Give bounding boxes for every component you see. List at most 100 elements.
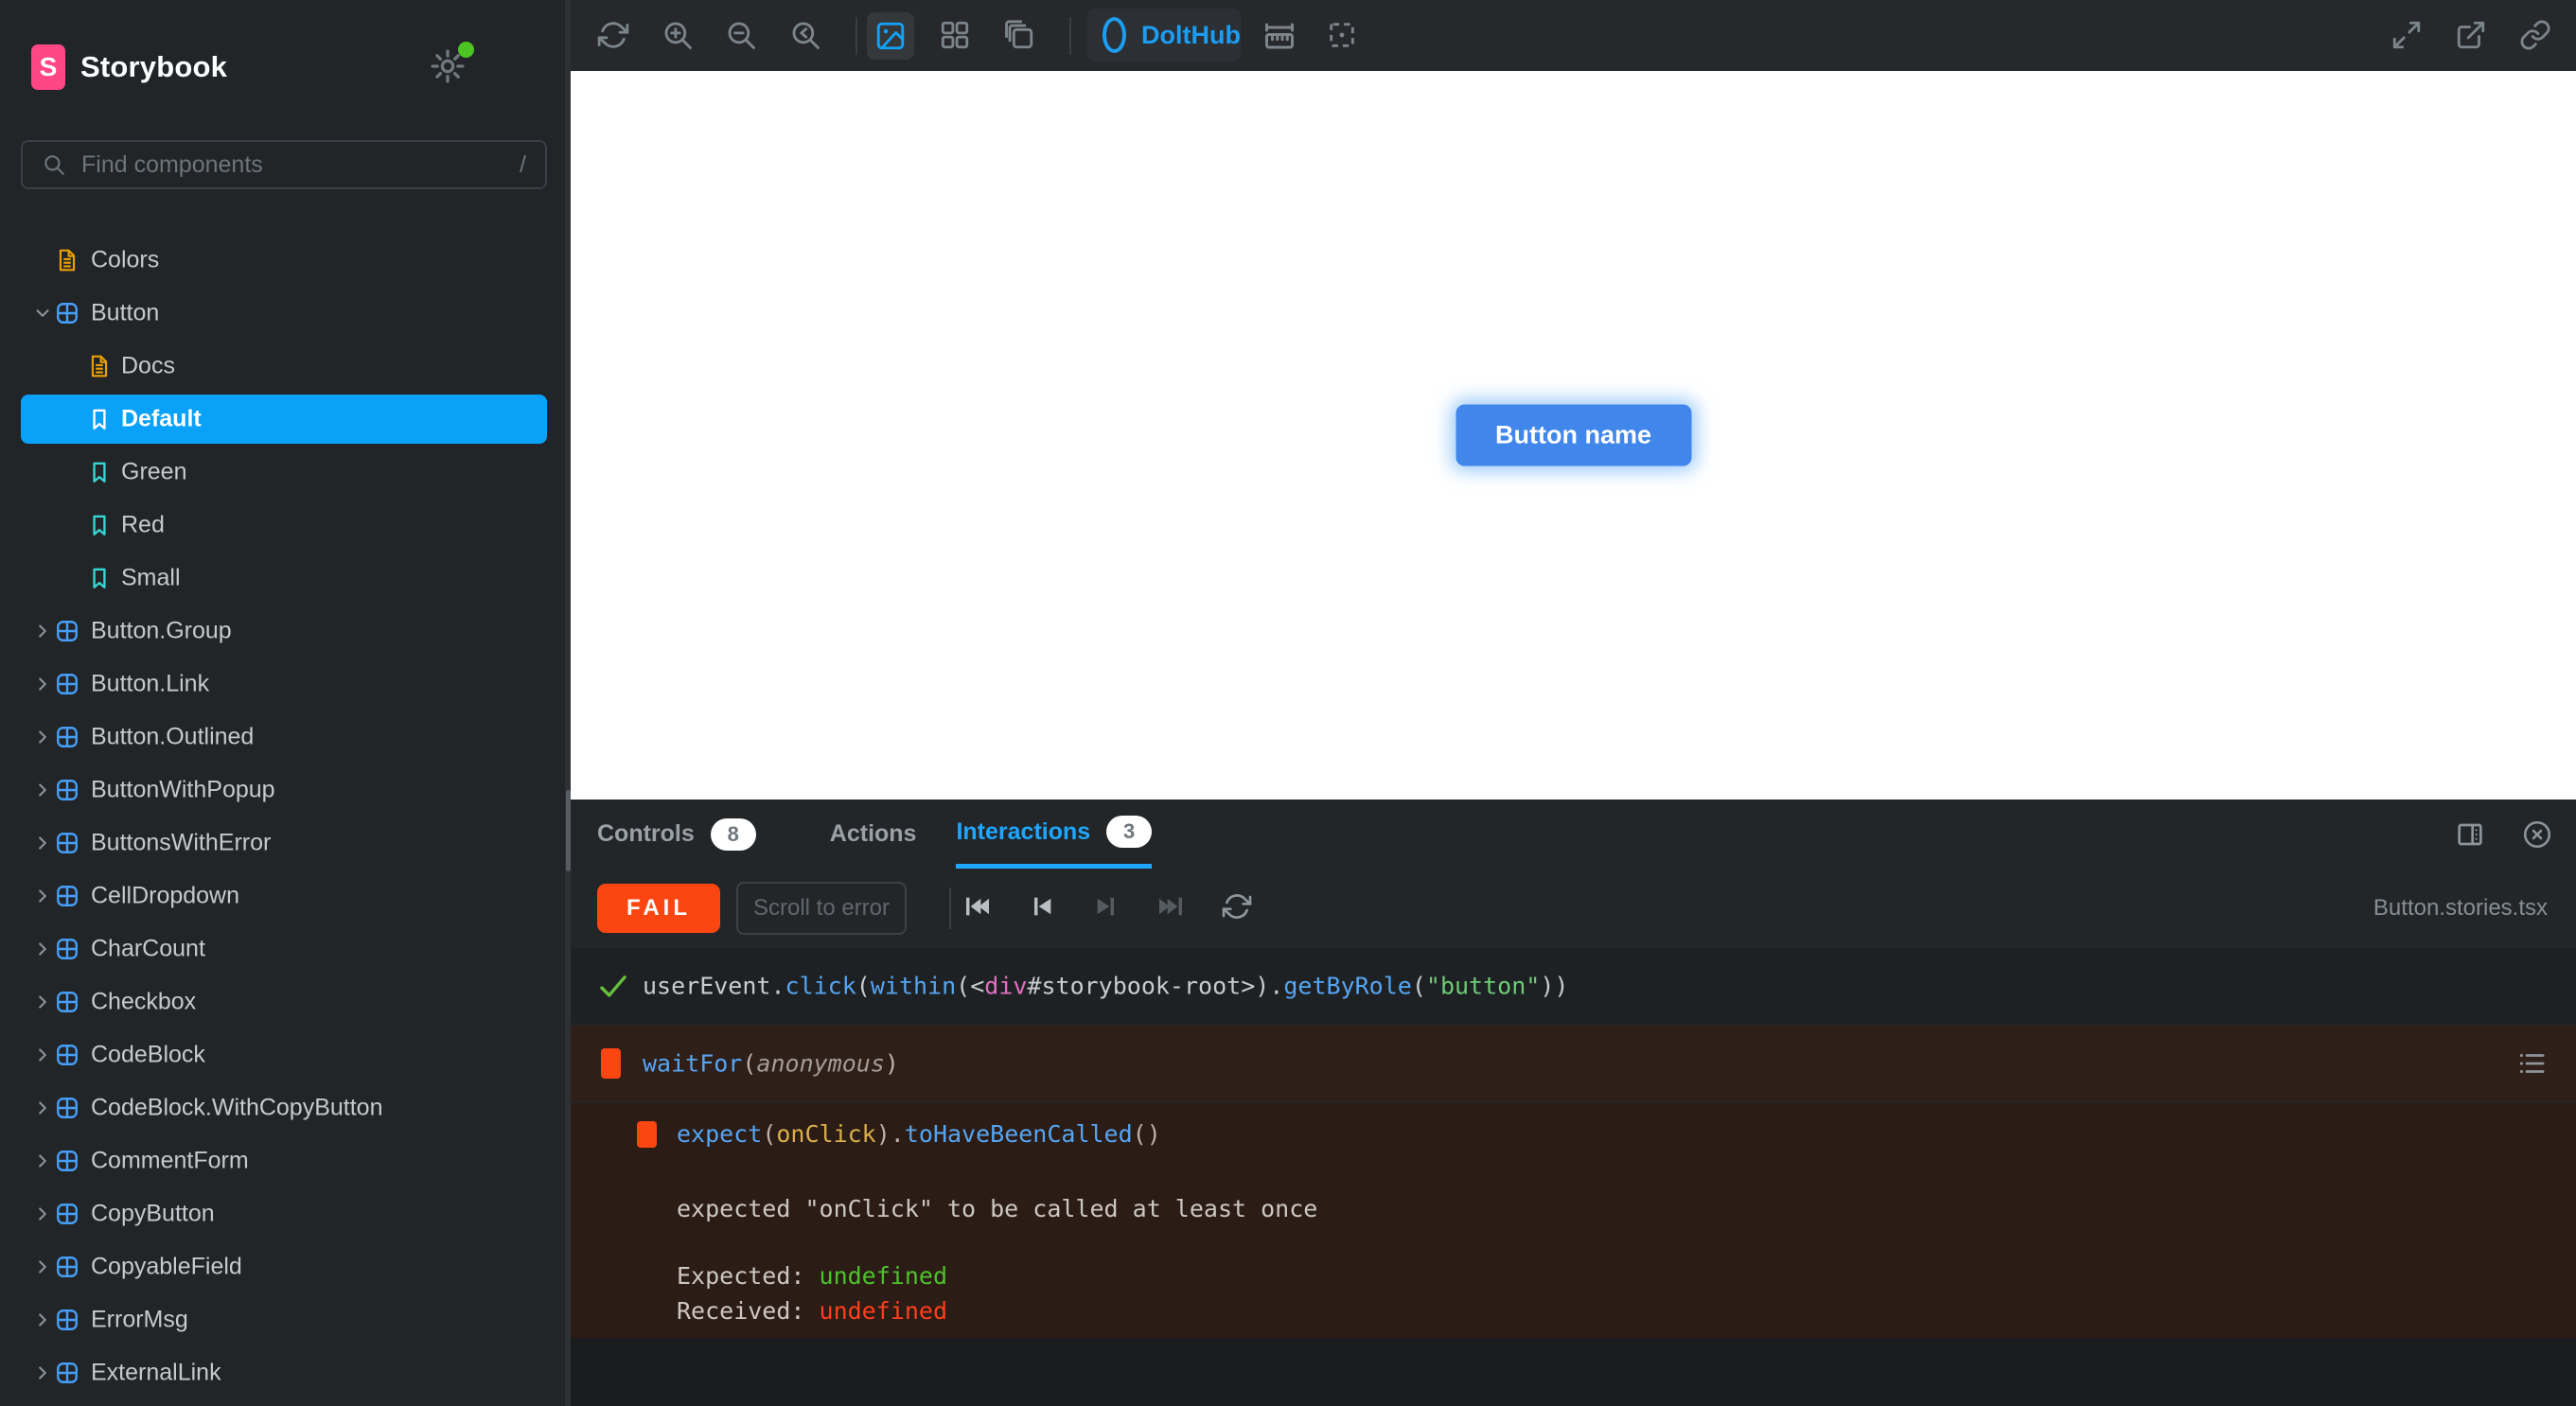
chevron-right-icon xyxy=(32,674,53,694)
sidebar-item-button-group[interactable]: Button.Group xyxy=(0,605,565,658)
chevron-down-icon xyxy=(32,303,53,324)
fail-marker-icon xyxy=(601,1048,621,1079)
component-icon xyxy=(55,990,79,1014)
interactions-count-badge: 3 xyxy=(1106,816,1153,848)
sidebar-item-buttonswitherror[interactable]: ButtonsWithError xyxy=(0,817,565,870)
sidebar-item-celldropdown[interactable]: CellDropdown xyxy=(0,870,565,923)
chevron-right-icon xyxy=(32,1257,53,1277)
search-shortcut: / xyxy=(520,150,526,178)
search-icon xyxy=(42,152,66,177)
brand[interactable]: S Storybook xyxy=(31,44,227,90)
component-icon xyxy=(55,672,79,696)
storybook-app: S Storybook / Colors Bu xyxy=(0,0,2576,1406)
chevron-right-icon xyxy=(32,1309,53,1330)
sidebar-item-codeblock[interactable]: CodeBlock xyxy=(0,1028,565,1081)
bookmark-icon xyxy=(87,566,112,590)
component-icon xyxy=(55,619,79,643)
measure-icon[interactable] xyxy=(1262,19,1297,53)
sidebar-item-checkbox[interactable]: Checkbox xyxy=(0,975,565,1028)
sidebar-item-button-link[interactable]: Button.Link xyxy=(0,658,565,711)
sidebar-item-docs[interactable]: Docs xyxy=(0,340,565,393)
sidebar-item-button-outlined[interactable]: Button.Outlined xyxy=(0,711,565,764)
sidebar-item-errormsg[interactable]: ErrorMsg xyxy=(0,1293,565,1346)
sidebar-item-red[interactable]: Red xyxy=(0,499,565,552)
component-icon xyxy=(55,937,79,961)
sidebar-item-charcount[interactable]: CharCount xyxy=(0,923,565,975)
sidebar-item-commentform[interactable]: CommentForm xyxy=(0,1134,565,1187)
chevron-right-icon xyxy=(32,886,53,906)
panel-tabbar: Controls 8 Actions Interactions 3 xyxy=(571,800,2576,869)
panel-position-icon[interactable] xyxy=(2455,819,2485,850)
step-code: expect(onClick).toHaveBeenCalled() xyxy=(677,1120,1161,1148)
close-panel-icon[interactable] xyxy=(2521,818,2553,851)
log-list-icon[interactable] xyxy=(2515,1047,2548,1080)
story-canvas: Button name xyxy=(571,71,2576,800)
sidebar-item-default-selected[interactable]: Default xyxy=(0,393,565,446)
bookmark-icon xyxy=(87,513,112,537)
panel-footer-space xyxy=(571,1338,2576,1406)
interaction-error-detail: expect(onClick).toHaveBeenCalled() expec… xyxy=(571,1103,2576,1338)
step-code: waitFor(anonymous) xyxy=(643,1049,899,1078)
scroll-to-error-button[interactable]: Scroll to error xyxy=(736,882,907,935)
interactions-toolbar: FAIL Scroll to error Button.stories.tsx xyxy=(571,869,2576,948)
search-box[interactable]: / xyxy=(21,140,547,189)
story-button[interactable]: Button name xyxy=(1456,404,1691,466)
interaction-step-fail[interactable]: waitFor(anonymous) xyxy=(571,1026,2576,1101)
component-icon xyxy=(55,1149,79,1173)
zoom-reset-icon[interactable] xyxy=(789,19,823,53)
chevron-right-icon xyxy=(32,1151,53,1171)
toolbar-divider xyxy=(1069,17,1071,55)
document-icon xyxy=(55,248,79,272)
fullscreen-icon[interactable] xyxy=(2391,19,2425,53)
sidebar-item-button[interactable]: Button xyxy=(0,287,565,340)
component-tree: Colors Button Docs Default Green Red Sma… xyxy=(0,234,565,1399)
go-first-icon[interactable] xyxy=(962,891,997,925)
go-last-icon[interactable] xyxy=(1156,891,1190,925)
document-icon xyxy=(87,354,112,378)
component-icon xyxy=(55,778,79,802)
grid-view-icon[interactable] xyxy=(939,19,973,53)
controls-count-badge: 8 xyxy=(710,817,756,851)
component-icon xyxy=(55,1308,79,1332)
chevron-right-icon xyxy=(32,1045,53,1065)
docs-view-icon[interactable] xyxy=(1003,19,1037,53)
tab-interactions[interactable]: Interactions 3 xyxy=(956,800,1153,869)
outline-icon[interactable] xyxy=(1326,19,1360,53)
sidebar-item-externallink[interactable]: ExternalLink xyxy=(0,1346,565,1399)
pass-check-icon xyxy=(597,970,629,1002)
sidebar-item-small[interactable]: Small xyxy=(0,552,565,605)
received-line: Received: undefined xyxy=(677,1297,947,1325)
expect-step[interactable]: expect(onClick).toHaveBeenCalled() xyxy=(637,1120,1161,1148)
copy-link-icon[interactable] xyxy=(2519,19,2553,53)
interaction-step-pass[interactable]: userEvent.click(within(<div#storybook-ro… xyxy=(571,948,2576,1024)
toolbar-divider xyxy=(949,888,951,929)
sidebar-item-colors[interactable]: Colors xyxy=(0,234,565,287)
tab-controls[interactable]: Controls 8 xyxy=(597,800,756,869)
sidebar-item-green[interactable]: Green xyxy=(0,446,565,499)
step-code: userEvent.click(within(<div#storybook-ro… xyxy=(643,972,1569,1000)
sidebar-item-copyablefield[interactable]: CopyableField xyxy=(0,1240,565,1293)
open-external-icon[interactable] xyxy=(2455,19,2489,53)
component-icon xyxy=(55,1361,79,1385)
dolthub-ring-icon xyxy=(1103,17,1127,53)
dolthub-label: DoltHub xyxy=(1141,20,1241,49)
rerun-icon[interactable] xyxy=(1222,891,1256,925)
story-file-label: Button.stories.tsx xyxy=(2373,895,2548,921)
sidebar-item-buttonwithpopup[interactable]: ButtonWithPopup xyxy=(0,764,565,817)
canvas-view-button[interactable] xyxy=(867,12,914,60)
zoom-out-icon[interactable] xyxy=(725,19,759,53)
search-input[interactable] xyxy=(79,149,507,180)
storybook-logo-icon: S xyxy=(31,44,65,90)
tab-actions[interactable]: Actions xyxy=(830,800,917,869)
go-forward-icon[interactable] xyxy=(1091,891,1125,925)
component-icon xyxy=(55,1096,79,1120)
chevron-right-icon xyxy=(32,939,53,959)
sync-icon[interactable] xyxy=(597,19,631,53)
zoom-in-icon[interactable] xyxy=(662,19,696,53)
sidebar-item-codeblock-withcopybutton[interactable]: CodeBlock.WithCopyButton xyxy=(0,1081,565,1134)
dolthub-theme-button[interactable]: DoltHub xyxy=(1087,9,1241,62)
component-icon xyxy=(55,725,79,749)
sidebar-item-copybutton[interactable]: CopyButton xyxy=(0,1187,565,1240)
chevron-right-icon xyxy=(32,1204,53,1224)
go-back-icon[interactable] xyxy=(1027,891,1061,925)
